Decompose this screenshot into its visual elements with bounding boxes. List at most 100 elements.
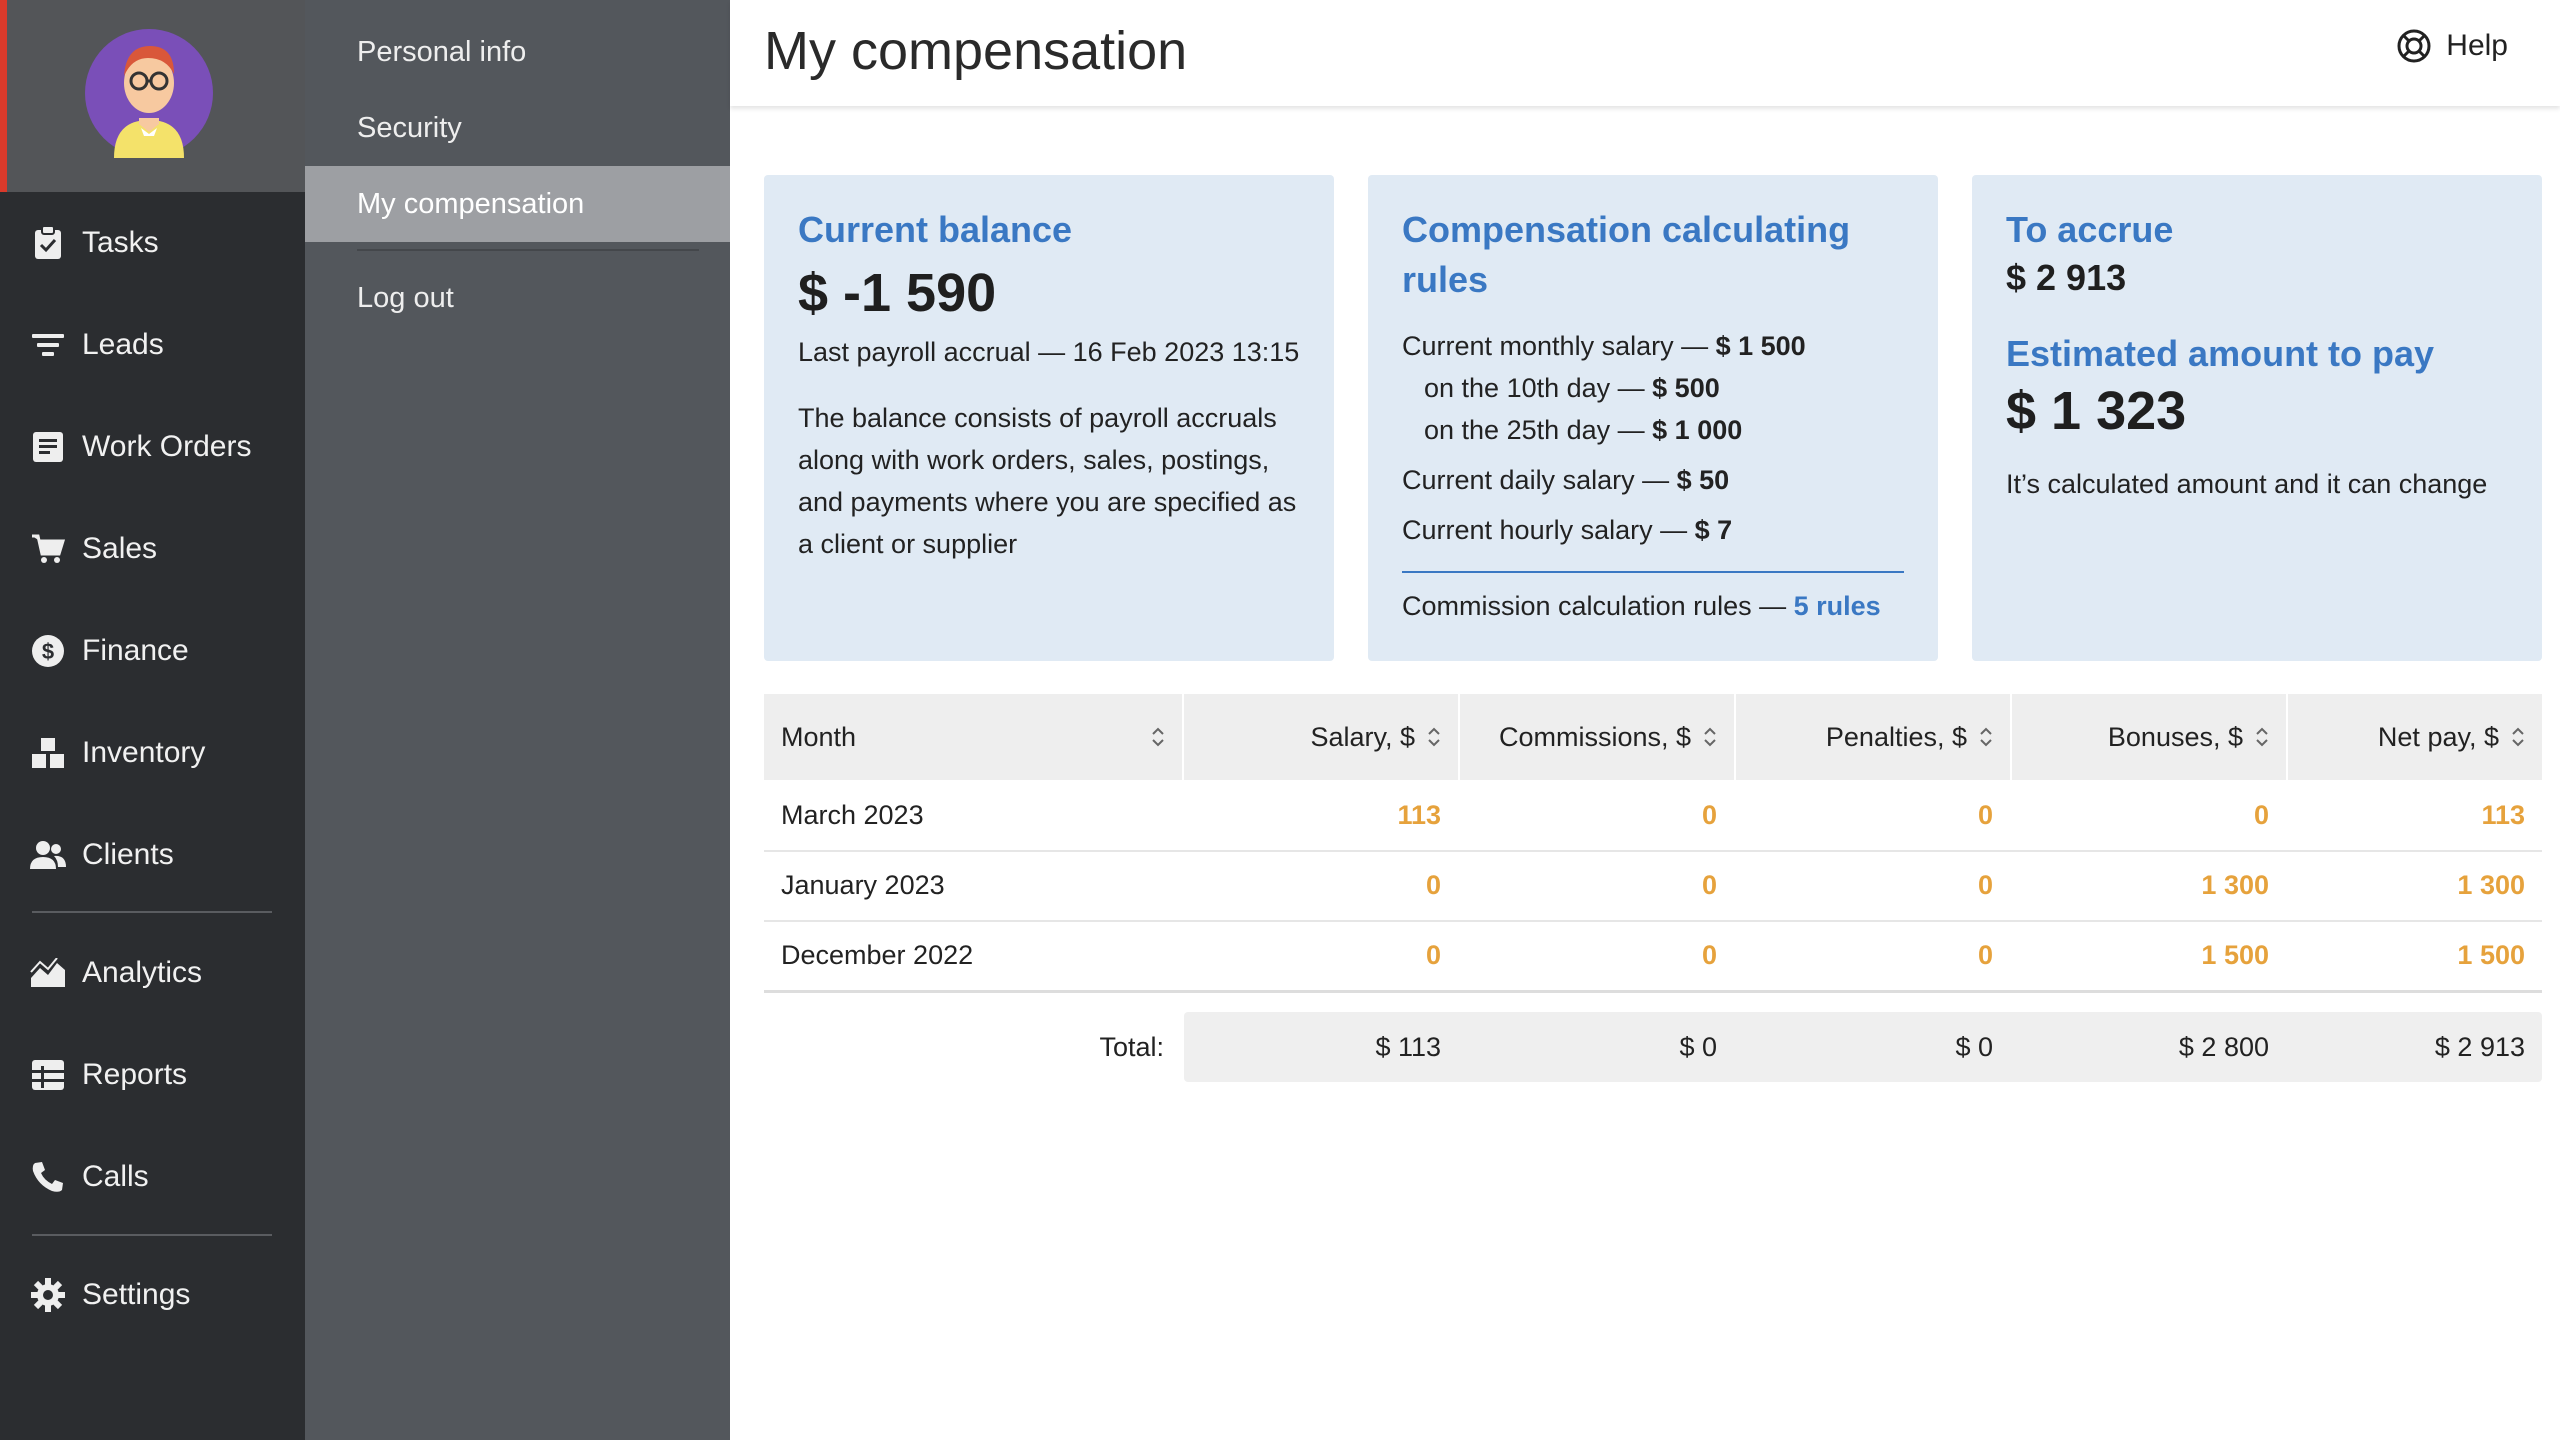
daily-salary-label: Current daily salary — — [1402, 465, 1677, 495]
submenu-log-out[interactable]: Log out — [305, 260, 730, 336]
card-title: Compensation calculating rules — [1402, 209, 1851, 300]
monthly-salary-line: Current monthly salary — $ 1 500 — [1402, 325, 1904, 367]
commission-rules-label: Commission calculation rules — — [1402, 591, 1794, 621]
rules-divider — [1402, 571, 1904, 573]
cell-net-pay: 113 — [2481, 799, 2525, 830]
avatar-area — [0, 0, 305, 192]
day10-value: $ 500 — [1652, 373, 1720, 403]
column-label: Penalties, $ — [1825, 721, 1967, 752]
monthly-salary-label: Current monthly salary — — [1402, 331, 1716, 361]
lifebuoy-icon — [2397, 29, 2431, 63]
nav-label-finance: Finance — [82, 634, 189, 667]
cell-net-pay: 1 300 — [2457, 869, 2525, 900]
nav-label-analytics: Analytics — [82, 956, 203, 989]
table-icon — [30, 1057, 66, 1093]
column-label: Bonuses, $ — [2107, 721, 2243, 752]
nav-item-leads[interactable]: Leads — [0, 302, 305, 388]
svg-text:$: $ — [42, 639, 54, 664]
estimated-title: Estimated amount to pay — [2006, 333, 2435, 374]
nav-label-clients: Clients — [82, 838, 174, 871]
submenu-personal-info[interactable]: Personal info — [305, 14, 730, 90]
nav-label-sales: Sales — [82, 532, 158, 565]
submenu-label: My compensation — [357, 187, 585, 220]
total-salary: $ 113 — [1375, 1031, 1441, 1062]
estimated-amount: $ 1 323 — [2006, 381, 2187, 441]
column-header-bonuses[interactable]: Bonuses, $ — [2010, 694, 2286, 780]
phone-icon — [30, 1159, 66, 1195]
column-header-salary[interactable]: Salary, $ — [1182, 694, 1458, 780]
estimated-note: It’s calculated amount and it can change — [2006, 469, 2488, 499]
nav-divider — [32, 911, 272, 913]
column-label: Commissions, $ — [1498, 721, 1691, 752]
nav-divider — [32, 1234, 272, 1236]
column-header-penalties[interactable]: Penalties, $ — [1734, 694, 2010, 780]
cell-commissions: 0 — [1701, 869, 1717, 900]
current-balance-card: Current balance $ -1 590 Last payroll ac… — [764, 175, 1334, 661]
clipboard-check-icon — [30, 225, 66, 261]
nav-item-inventory[interactable]: Inventory — [0, 710, 305, 796]
nav-item-finance[interactable]: $ Finance — [0, 608, 305, 694]
card-title: To accrue — [2006, 209, 2174, 250]
nav-label-reports: Reports — [82, 1058, 188, 1091]
hourly-salary-label: Current hourly salary — — [1402, 515, 1695, 545]
main-nav: Tasks Leads Work Orders Sales $ Finance … — [0, 0, 305, 1440]
nav-label-inventory: Inventory — [82, 736, 206, 769]
cell-commissions: 0 — [1701, 939, 1717, 970]
nav-item-tasks[interactable]: Tasks — [0, 200, 305, 286]
column-header-month[interactable]: Month — [764, 694, 1182, 780]
compensation-rules-card: Compensation calculating rules Current m… — [1368, 175, 1938, 661]
submenu-label: Security — [357, 111, 462, 144]
totals-row: $ 113 $ 0 $ 0 $ 2 800 $ 2 913 — [1184, 1012, 2542, 1082]
nav-item-reports[interactable]: Reports — [0, 1032, 305, 1118]
day10-label: on the 10th day — — [1424, 373, 1653, 403]
sort-icon — [1979, 726, 1993, 748]
nav-label-work-orders: Work Orders — [82, 430, 252, 463]
filter-icon — [30, 327, 66, 363]
cell-salary: 113 — [1397, 799, 1441, 830]
cell-bonuses: 0 — [2253, 799, 2269, 830]
commission-rules-link[interactable]: 5 rules — [1794, 591, 1881, 621]
sort-icon — [2511, 726, 2525, 748]
table-row[interactable]: December 2022 0 0 0 1 500 1 500 — [764, 920, 2542, 990]
table-row[interactable]: March 2023 113 0 0 0 113 — [764, 780, 2542, 852]
submenu-label: Personal info — [357, 35, 527, 68]
cell-month: December 2022 — [781, 939, 974, 970]
nav-item-settings[interactable]: Settings — [0, 1252, 305, 1338]
cell-month: March 2023 — [781, 799, 924, 830]
nav-item-sales[interactable]: Sales — [0, 506, 305, 592]
day10-line: on the 10th day — $ 500 — [1402, 367, 1904, 409]
commission-rules-line: Commission calculation rules — 5 rules — [1402, 585, 1904, 627]
day25-value: $ 1 000 — [1652, 415, 1743, 445]
nav-item-clients[interactable]: Clients — [0, 812, 305, 898]
nav-item-work-orders[interactable]: Work Orders — [0, 404, 305, 490]
cell-penalties: 0 — [1977, 869, 1993, 900]
help-label: Help — [2446, 29, 2508, 62]
to-accrue-card: To accrue $ 2 913 Estimated amount to pa… — [1972, 175, 2542, 661]
submenu-security[interactable]: Security — [305, 90, 730, 166]
avatar[interactable] — [84, 28, 214, 158]
total-penalties: $ 0 — [1955, 1031, 1993, 1062]
total-bonuses: $ 2 800 — [2178, 1031, 2269, 1062]
hourly-salary-line: Current hourly salary — $ 7 — [1402, 509, 1904, 551]
nav-item-calls[interactable]: Calls — [0, 1134, 305, 1220]
total-label: Total: — [1099, 1031, 1164, 1062]
table-divider — [764, 990, 2542, 993]
work-order-icon — [30, 429, 66, 465]
column-label: Month — [781, 721, 857, 752]
submenu-divider — [357, 249, 699, 251]
cell-salary: 0 — [1425, 869, 1441, 900]
hourly-salary-value: $ 7 — [1694, 515, 1733, 545]
sort-icon — [1151, 726, 1165, 748]
balance-amount: $ -1 590 — [798, 263, 997, 323]
table-row[interactable]: January 2023 0 0 0 1 300 1 300 — [764, 850, 2542, 922]
column-header-net-pay[interactable]: Net pay, $ — [2286, 694, 2542, 780]
cell-month: January 2023 — [781, 869, 945, 900]
sort-icon — [2255, 726, 2269, 748]
nav-item-analytics[interactable]: Analytics — [0, 930, 305, 1016]
daily-salary-line: Current daily salary — $ 50 — [1402, 459, 1904, 501]
nav-label-tasks: Tasks — [82, 226, 159, 259]
column-header-commissions[interactable]: Commissions, $ — [1458, 694, 1734, 780]
submenu-my-compensation[interactable]: My compensation — [305, 166, 730, 242]
help-button[interactable]: Help — [2396, 28, 2508, 64]
to-accrue-amount: $ 2 913 — [2006, 257, 2127, 298]
